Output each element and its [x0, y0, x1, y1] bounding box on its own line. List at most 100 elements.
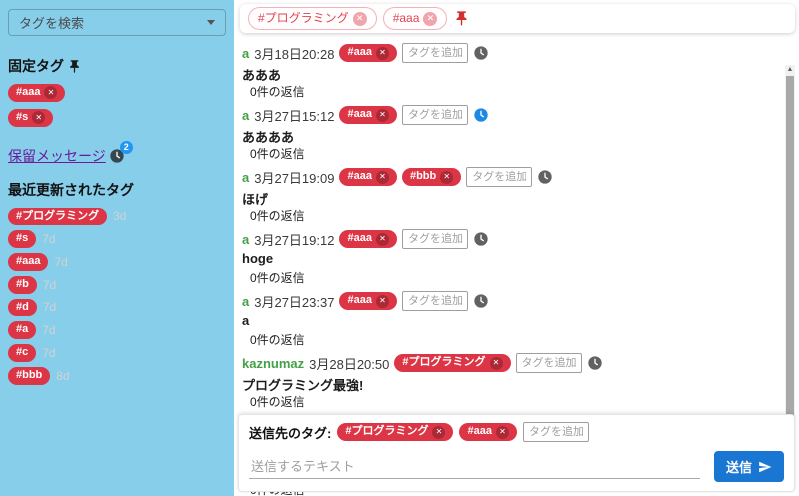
tag-chip-label: #aaa — [393, 11, 420, 26]
add-tag-input[interactable] — [466, 167, 532, 187]
tag-remove-icon[interactable]: ✕ — [32, 111, 45, 124]
scrollbar[interactable]: ▲ ▼ — [785, 65, 795, 469]
tag-chip[interactable]: #プログラミング ✕ — [248, 7, 377, 30]
tag-remove-icon[interactable]: ✕ — [432, 426, 445, 439]
composer-to-label: 送信先のタグ: — [249, 423, 331, 442]
add-tag-input[interactable] — [402, 291, 468, 311]
pinned-tags-list: #aaa ✕ #s ✕ — [8, 84, 226, 134]
add-tag-input[interactable] — [402, 229, 468, 249]
tag-chip-label: #プログラミング — [258, 11, 349, 26]
tag-chip-label: #aaa — [16, 86, 40, 100]
main-panel: #プログラミング✕#aaa✕ a3月18日20:28#aaa✕あああ0件の返信a… — [234, 0, 799, 496]
pin-filter-button[interactable] — [453, 10, 470, 27]
message-item: a3月27日23:37#aaa✕a0件の返信 — [242, 291, 781, 347]
composer: 送信先のタグ: #プログラミング✕ #aaa✕ 送信 — [238, 414, 795, 492]
tag-chip[interactable]: #aaa✕ — [383, 7, 448, 30]
tag-chip[interactable]: #aaa ✕ — [339, 230, 396, 248]
hold-clock-button[interactable] — [473, 231, 489, 247]
message-header: kaznumaz3月28日20:50#プログラミング✕ — [242, 353, 781, 373]
message-text-input[interactable] — [249, 455, 700, 479]
add-tag-input[interactable] — [516, 353, 582, 373]
recent-tags-heading: 最近更新されたタグ — [8, 180, 226, 200]
message-header: a3月27日19:09#aaa✕#bbb✕ — [242, 167, 781, 187]
recent-tags-heading-label: 最近更新されたタグ — [8, 180, 134, 200]
replies-link[interactable]: 0件の返信 — [250, 393, 781, 409]
replies-link[interactable]: 0件の返信 — [250, 83, 781, 99]
tag-chip[interactable]: #d — [8, 299, 37, 317]
tag-chip[interactable]: #c — [8, 344, 36, 362]
tag-chip[interactable]: #b — [8, 276, 37, 294]
hold-clock-button[interactable] — [473, 293, 489, 309]
tag-chip[interactable]: #aaa ✕ — [339, 168, 396, 186]
message-timestamp: 3月27日19:12 — [254, 230, 334, 249]
hold-clock-button[interactable] — [587, 355, 603, 371]
tag-remove-icon[interactable]: ✕ — [376, 233, 389, 246]
add-tag-input[interactable] — [402, 43, 468, 63]
tag-chip[interactable]: #プログラミング — [8, 208, 107, 226]
tag-age-label: 7d — [42, 323, 55, 337]
hold-clock-button[interactable] — [473, 45, 489, 61]
tag-chip-label: #s — [16, 111, 28, 125]
tag-remove-icon[interactable]: ✕ — [376, 47, 389, 60]
tag-remove-icon[interactable]: ✕ — [353, 12, 367, 26]
tag-remove-icon[interactable]: ✕ — [376, 171, 389, 184]
filter-bar: #プログラミング✕#aaa✕ — [240, 4, 795, 33]
message-header: a3月27日15:12#aaa✕ — [242, 105, 781, 125]
tag-remove-icon[interactable]: ✕ — [496, 426, 509, 439]
replies-link[interactable]: 0件の返信 — [250, 331, 781, 347]
replies-link[interactable]: 0件の返信 — [250, 145, 781, 161]
tag-age-label: 8d — [56, 369, 69, 383]
pending-count-badge: 2 — [120, 141, 133, 154]
tag-chip[interactable]: #aaa — [8, 253, 48, 271]
tag-age-label: 7d — [43, 278, 56, 292]
tag-remove-icon[interactable]: ✕ — [376, 295, 389, 308]
replies-link[interactable]: 0件の返信 — [250, 207, 781, 223]
pending-messages-link[interactable]: 保留メッセージ — [8, 146, 106, 166]
message-item: a3月27日19:09#aaa✕#bbb✕ほげ0件の返信 — [242, 167, 781, 223]
add-tag-input[interactable] — [402, 105, 468, 125]
tag-chip-label: #d — [16, 301, 29, 315]
scroll-up-icon[interactable]: ▲ — [787, 65, 794, 75]
tag-chip[interactable]: #bbb — [8, 367, 50, 385]
recent-tag-row: #d7d — [8, 299, 226, 317]
tag-chip[interactable]: #bbb✕ — [402, 168, 461, 186]
hold-clock-button[interactable] — [537, 169, 553, 185]
send-icon — [758, 460, 772, 474]
hold-clock-button[interactable] — [473, 107, 489, 123]
send-button[interactable]: 送信 — [714, 451, 784, 482]
tag-remove-icon[interactable]: ✕ — [440, 171, 453, 184]
tag-chip[interactable]: #aaa✕ — [339, 44, 396, 62]
tag-chip-label: #aaa — [347, 170, 371, 184]
tag-chip[interactable]: #aaa ✕ — [8, 84, 65, 102]
tag-chip[interactable]: #a — [8, 321, 36, 339]
tag-search-select[interactable]: タグを検索 — [8, 9, 226, 36]
tag-chip[interactable]: #s — [8, 230, 36, 248]
message-timestamp: 3月27日23:37 — [254, 292, 334, 311]
composer-send-row: 送信 — [249, 451, 784, 482]
composer-tags: #プログラミング✕ #aaa✕ — [337, 423, 517, 441]
tag-chip[interactable]: #s ✕ — [8, 109, 53, 127]
tag-chip-label: #aaa — [16, 255, 40, 269]
message-username: kaznumaz — [242, 356, 304, 371]
tag-remove-icon[interactable]: ✕ — [423, 12, 437, 26]
tag-chip[interactable]: #aaa✕ — [339, 106, 396, 124]
composer-add-tag-input[interactable] — [523, 422, 589, 442]
scrollbar-thumb[interactable] — [786, 76, 794, 458]
tag-chip[interactable]: #aaa✕ — [459, 423, 516, 441]
tag-chip[interactable]: #プログラミング✕ — [337, 423, 453, 441]
tag-remove-icon[interactable]: ✕ — [376, 109, 389, 122]
tag-remove-icon[interactable]: ✕ — [44, 86, 57, 99]
tag-chip[interactable]: #aaa✕ — [339, 292, 396, 310]
recent-tag-row: #bbb 8d — [8, 367, 226, 385]
message-header: a3月18日20:28#aaa✕ — [242, 43, 781, 63]
tag-chip-label: #aaa — [347, 232, 371, 246]
chevron-down-icon — [207, 20, 215, 25]
app-window: タグを検索 固定タグ #aaa✕#s✕ 保留メッセージ 2 最近更新されたタグ … — [0, 0, 799, 496]
tag-chip[interactable]: #プログラミング✕ — [394, 354, 510, 372]
message-timestamp: 3月27日15:12 — [254, 106, 334, 125]
replies-link[interactable]: 0件の返信 — [250, 269, 781, 285]
composer-tag-row: 送信先のタグ: #プログラミング✕ #aaa✕ — [249, 422, 784, 442]
tag-remove-icon[interactable]: ✕ — [490, 357, 503, 370]
message-body: ああああ — [242, 127, 781, 143]
pin-icon — [67, 59, 82, 74]
